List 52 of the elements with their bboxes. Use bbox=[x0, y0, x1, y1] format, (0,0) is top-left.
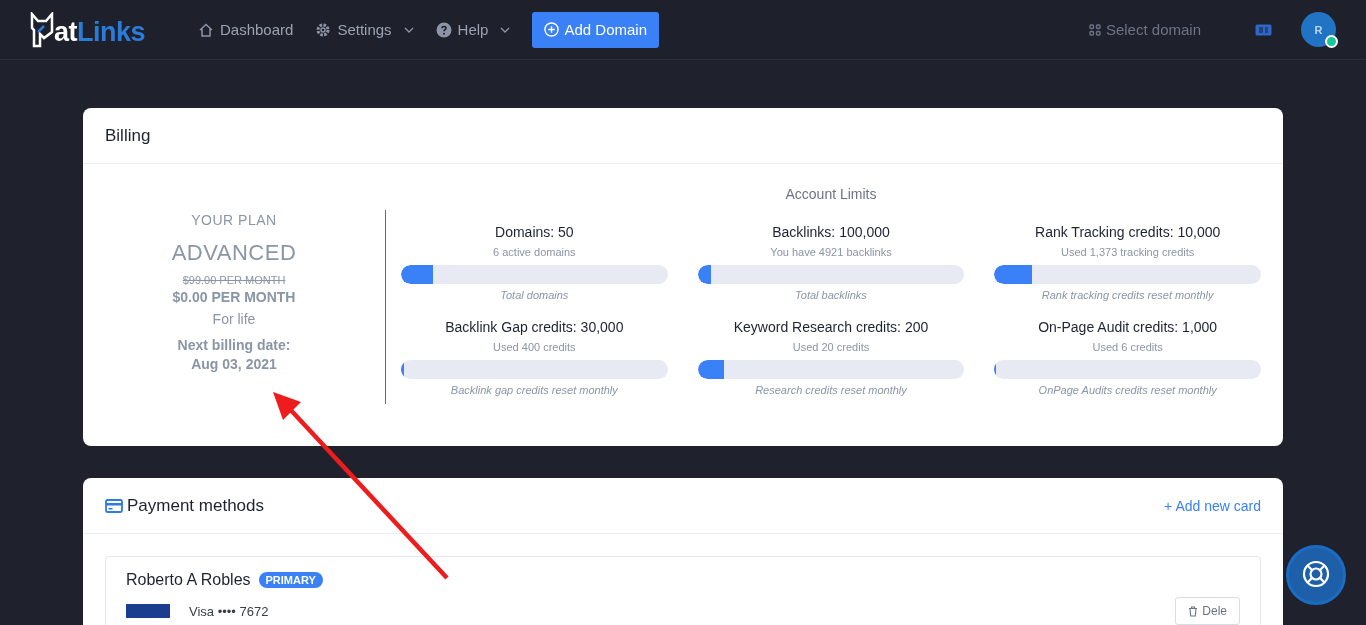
user-avatar[interactable]: R bbox=[1301, 12, 1336, 47]
trash-icon bbox=[1188, 605, 1199, 617]
home-icon bbox=[198, 21, 214, 38]
plan-label: YOUR PLAN bbox=[191, 212, 277, 228]
logo-text: Links bbox=[77, 16, 146, 48]
card-title: Payment methods bbox=[127, 495, 264, 516]
delete-button[interactable]: Dele bbox=[1175, 597, 1240, 625]
limit-usage: Used 6 credits bbox=[1092, 341, 1163, 353]
old-price: $99.00 PER MONTH bbox=[182, 274, 286, 286]
limit-usage: 6 active domains bbox=[493, 246, 576, 258]
nav-link[interactable]: Settings bbox=[315, 21, 414, 38]
limit-note: OnPage Audits credits reset monthly bbox=[1038, 384, 1217, 396]
limit-title: Rank Tracking credits: 10,000 bbox=[1035, 224, 1221, 240]
plan-term: For life bbox=[212, 311, 256, 327]
primary-badge: PRIMARY bbox=[258, 572, 323, 588]
card-title: Billing bbox=[105, 125, 151, 146]
section-title: Account Limits bbox=[784, 186, 878, 202]
card-holder: Roberto A Robles bbox=[126, 571, 251, 589]
settings-icon bbox=[315, 21, 332, 38]
nav-link[interactable]: Help bbox=[435, 21, 511, 38]
limit-note: Total domains bbox=[500, 289, 569, 301]
limit-note: Total backlinks bbox=[795, 289, 867, 301]
limit-title: On-Page Audit credits: 1,000 bbox=[1038, 319, 1218, 335]
select-domain-link[interactable]: Select domain bbox=[1088, 21, 1201, 38]
plan-price: $0.00 PER MONTH bbox=[172, 289, 296, 305]
grid-icon bbox=[1088, 23, 1101, 36]
credit-card-icon bbox=[105, 498, 123, 513]
next-billing-date: Aug 03, 2021 bbox=[191, 356, 277, 372]
limit-title: Backlink Gap credits: 30,000 bbox=[445, 319, 624, 335]
support-chat-button[interactable] bbox=[1286, 545, 1346, 605]
add-domain-button[interactable]: Add Domain bbox=[532, 11, 659, 48]
limit-note: Backlink gap credits reset monthly bbox=[450, 384, 618, 396]
help-icon bbox=[435, 21, 452, 38]
add-card-link[interactable]: + Add new card bbox=[1164, 497, 1261, 514]
plan-name: ADVANCED bbox=[171, 240, 297, 266]
limit-title: Backlinks: 100,000 bbox=[772, 224, 890, 240]
limit-title: Domains: 50 bbox=[495, 224, 574, 240]
nav-link[interactable]: Dashboard bbox=[198, 21, 294, 38]
limit-title: Keyword Research credits: 200 bbox=[733, 319, 929, 335]
card-number: Visa •••• 7672 bbox=[189, 603, 269, 619]
limit-usage: Used 20 credits bbox=[792, 341, 870, 353]
limit-usage: You have 4921 backlinks bbox=[770, 246, 892, 258]
next-billing-label: Next billing date: bbox=[177, 337, 291, 353]
limit-note: Rank tracking credits reset monthly bbox=[1041, 289, 1214, 301]
newspaper-icon[interactable] bbox=[1255, 23, 1272, 36]
limit-usage: Used 400 credits bbox=[493, 341, 576, 353]
logo-text: at bbox=[54, 16, 77, 48]
limit-note: Research credits reset monthly bbox=[755, 384, 907, 396]
plus-circle-icon bbox=[544, 22, 560, 37]
card-brand-logo bbox=[126, 604, 170, 618]
cat-logo-icon bbox=[30, 11, 56, 48]
limit-usage: Used 1,373 tracking credits bbox=[1061, 246, 1195, 258]
